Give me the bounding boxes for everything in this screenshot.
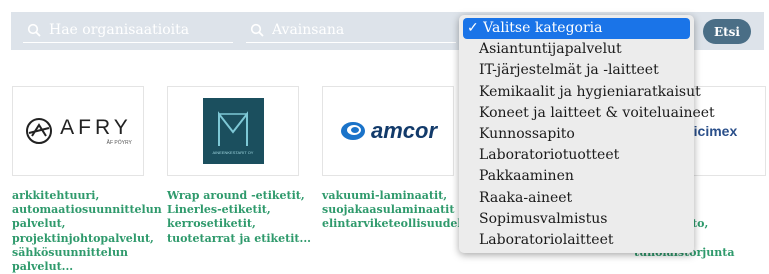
org-search-input[interactable] bbox=[49, 22, 229, 38]
company-description-amcor[interactable]: vakuumi-laminaatit, suojakaasulaminaatit… bbox=[322, 189, 473, 232]
afry-logo-text: AFRY bbox=[60, 116, 132, 139]
company-description-afry[interactable]: arkkitehtuuri, automaatiosuunnittelun pa… bbox=[12, 189, 162, 274]
company-4-logo-text: ticimex bbox=[689, 123, 738, 139]
company-card-2[interactable]: AINEENKESTARIT OY bbox=[167, 86, 299, 176]
afry-emblem-icon bbox=[26, 118, 53, 144]
dropdown-option[interactable]: Koneet ja laitteet & voiteluaineet bbox=[459, 103, 715, 124]
afry-logo: AFRY ÅF PÖYRY bbox=[24, 116, 132, 146]
dropdown-option[interactable]: Laboratoriotuotteet bbox=[459, 145, 694, 166]
dropdown-option[interactable]: Pakkaaminen bbox=[459, 166, 694, 187]
dropdown-option[interactable]: Raaka-aineet bbox=[459, 188, 694, 209]
search-icon bbox=[250, 23, 264, 37]
dropdown-option-selected[interactable]: ✓ Valitse kategoria bbox=[463, 18, 690, 40]
dropdown-option[interactable]: Kunnossapito bbox=[459, 124, 694, 145]
afry-logo-subtext: ÅF PÖYRY bbox=[106, 140, 132, 146]
keyword-search-input[interactable] bbox=[272, 22, 452, 38]
company-description-2[interactable]: Wrap around -etiketit, Linerles-etiketit… bbox=[167, 189, 317, 246]
amcor-logo-text: amcor bbox=[370, 118, 438, 143]
monogram-logo: AINEENKESTARIT OY bbox=[202, 98, 264, 164]
search-icon bbox=[27, 23, 41, 37]
monogram-logo-subtext: AINEENKESTARIT OY bbox=[212, 149, 254, 155]
search-button[interactable]: Etsi bbox=[703, 19, 751, 44]
dropdown-option[interactable]: IT-järjestelmät ja -laitteet bbox=[459, 60, 694, 81]
dropdown-option[interactable]: Laboratoriolaitteet bbox=[459, 230, 694, 251]
company-card-afry[interactable]: AFRY ÅF PÖYRY bbox=[12, 86, 144, 176]
dropdown-option[interactable]: Sopimusvalmistus bbox=[459, 209, 694, 230]
org-search-field[interactable] bbox=[23, 18, 233, 43]
dropdown-option[interactable]: Kemikaalit ja hygieniaratkaisut bbox=[459, 82, 701, 103]
amcor-swirl-icon bbox=[340, 122, 365, 140]
dropdown-option[interactable]: Asiantuntijapalvelut bbox=[459, 39, 694, 60]
amcor-logo: amcor bbox=[339, 118, 437, 144]
category-dropdown[interactable]: ✓ Valitse kategoria Asiantuntijapalvelut… bbox=[459, 15, 715, 253]
monogram-mark-icon bbox=[218, 110, 248, 146]
keyword-search-field[interactable] bbox=[246, 18, 456, 43]
company-card-amcor[interactable]: amcor bbox=[322, 86, 454, 176]
